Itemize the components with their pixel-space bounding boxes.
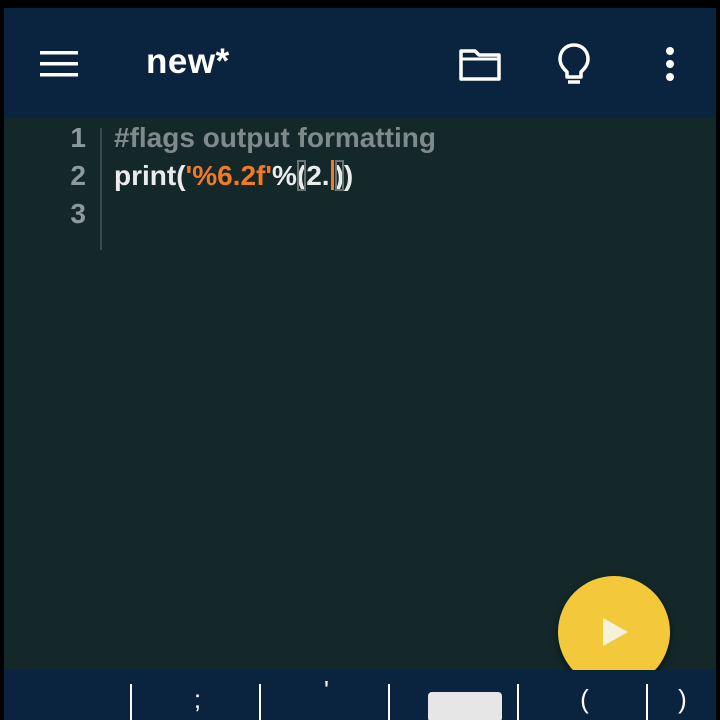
symbol-key[interactable]: [4, 670, 133, 720]
more-vert-icon[interactable]: [644, 38, 696, 90]
play-icon: [603, 618, 628, 646]
code-line-1[interactable]: #flags output formatting: [114, 122, 436, 154]
matching-bracket-open: (: [296, 160, 307, 191]
line-number: 1: [70, 122, 86, 153]
code-token-number: 2.: [306, 160, 330, 191]
quote-key[interactable]: ': [262, 670, 391, 720]
code-token-operator: %: [272, 160, 297, 191]
key-separator: [259, 684, 261, 720]
text-cursor: [330, 160, 334, 190]
code-token-string: '%6.2f': [185, 160, 272, 191]
semicolon-key[interactable]: ;: [133, 670, 262, 720]
code-token-function: print(: [114, 160, 186, 191]
space-key[interactable]: [428, 692, 502, 720]
folder-icon[interactable]: [454, 38, 506, 90]
matching-bracket-close: ): [334, 160, 344, 191]
open-paren-key[interactable]: (: [520, 670, 649, 720]
key-separator: [130, 684, 132, 720]
line-number: 2: [70, 160, 86, 191]
key-separator: [517, 684, 519, 720]
lightbulb-icon[interactable]: [548, 38, 600, 90]
symbol-key-bar: ; ' ( ): [4, 670, 716, 720]
line-number: 3: [70, 198, 86, 229]
code-line-2[interactable]: print('%6.2f'%(2.)): [114, 160, 353, 192]
app-window: new* 1 2 3 #flags output formatting prin…: [4, 8, 716, 720]
menu-icon[interactable]: [34, 38, 86, 90]
file-title: new*: [146, 42, 230, 81]
key-separator: [646, 684, 648, 720]
app-bar: new*: [4, 8, 716, 118]
gutter-divider: [100, 128, 102, 250]
key-separator: [388, 684, 390, 720]
close-paren-key[interactable]: ): [649, 670, 716, 720]
code-token-paren: ): [343, 160, 354, 191]
